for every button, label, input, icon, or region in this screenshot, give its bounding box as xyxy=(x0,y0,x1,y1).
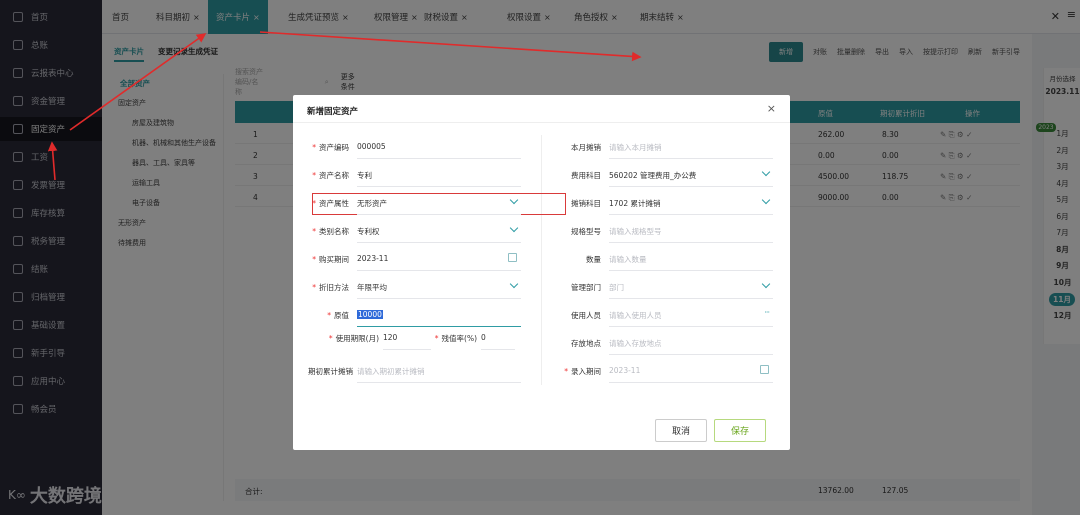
annotation-arrows xyxy=(47,31,642,181)
arrow-to-fixed-asset-menu xyxy=(47,141,58,181)
arrow-to-add-button xyxy=(259,31,642,62)
arrow-to-asset-tab xyxy=(69,33,207,131)
